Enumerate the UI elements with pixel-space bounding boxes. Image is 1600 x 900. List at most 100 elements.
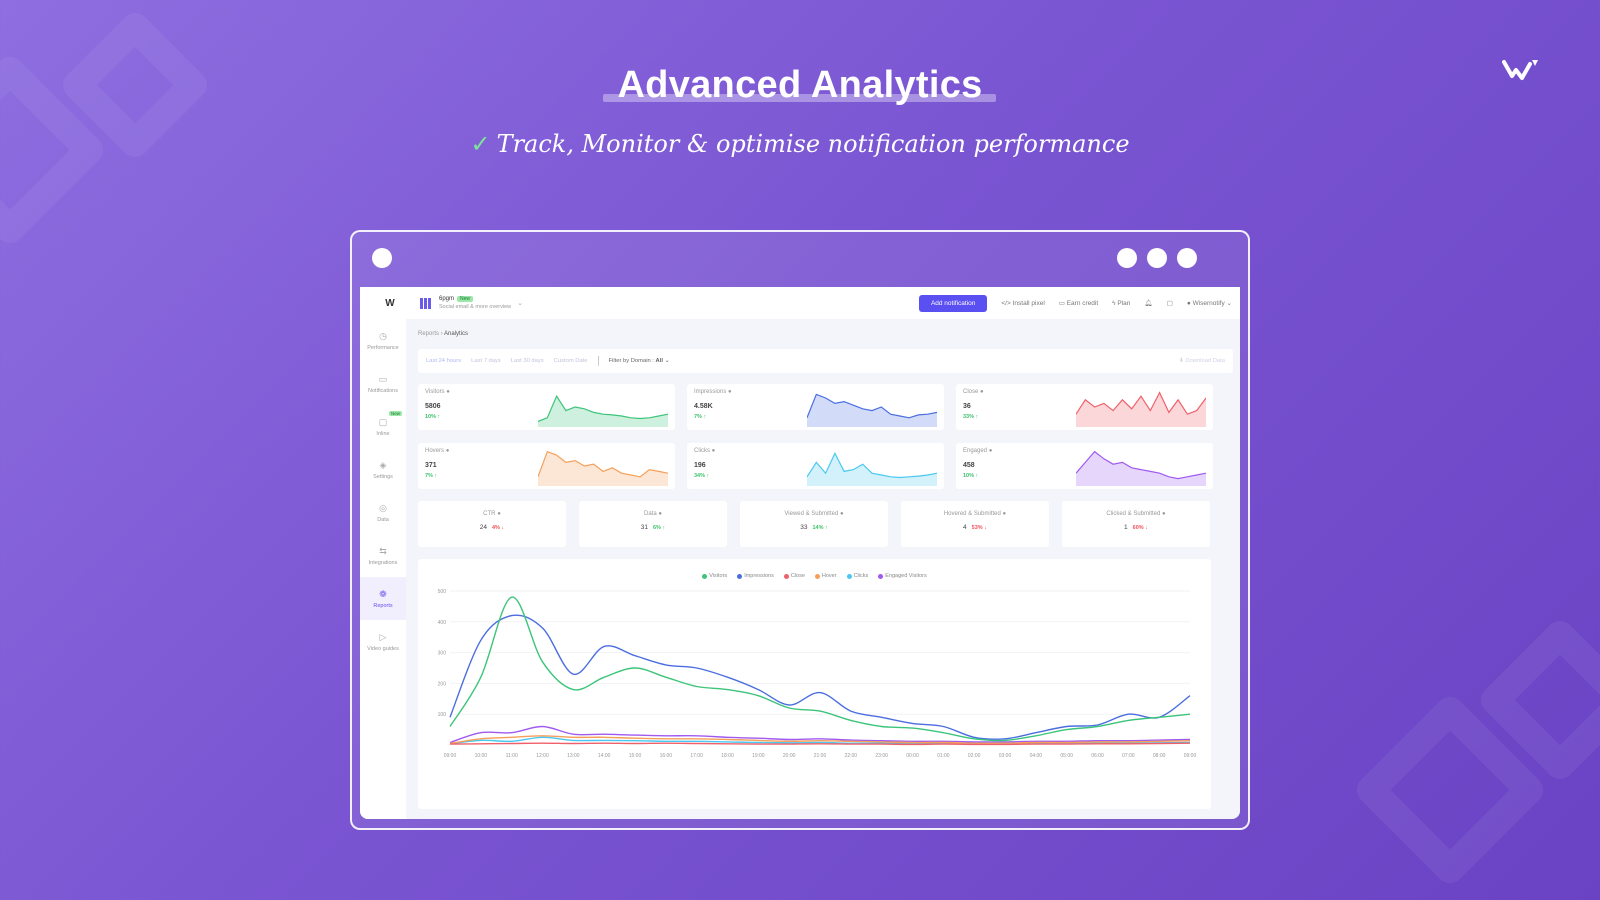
legend-item[interactable]: Hover	[814, 573, 837, 579]
x-tick-label: 20:00	[783, 753, 796, 759]
kpi-card-viewed-submitted: Viewed & Submitted ● 33 14% ↑	[740, 501, 888, 547]
legend-item[interactable]: Engaged Visitors	[878, 573, 927, 579]
chevron-down-icon[interactable]: ⌄	[517, 299, 523, 307]
sidebar-item-data[interactable]: ◎ Data	[360, 491, 406, 534]
stat-change: 7% ↑	[694, 414, 707, 420]
stat-card-visitors: Visitors ● 5806 10% ↑	[418, 384, 675, 430]
window-dot	[372, 248, 392, 268]
user-menu[interactable]: ● Wisernotify ⌄	[1187, 299, 1232, 307]
domain-filter-label: Filter by Domain :	[608, 358, 654, 364]
sidebar-item-label: Data	[377, 516, 389, 523]
arrow-up-icon: ↑	[975, 473, 979, 479]
legend-item[interactable]: Clicks	[846, 573, 868, 579]
breadcrumb-reports[interactable]: Reports	[418, 331, 439, 337]
x-tick-label: 03:00	[999, 753, 1012, 759]
stat-value: 4.58K	[694, 403, 713, 410]
sparkline-area	[538, 451, 668, 486]
plan-button[interactable]: ϟ Plan	[1112, 300, 1130, 307]
info-icon[interactable]: ●	[658, 511, 662, 517]
gift-icon: ▭	[1058, 300, 1067, 307]
stat-value: 5806	[425, 403, 441, 410]
sidebar-icon: ◈	[379, 459, 387, 470]
legend-label: Close	[790, 573, 805, 579]
stat-value: 196	[694, 462, 706, 469]
kpi-value: 33	[800, 524, 808, 531]
install-pixel-button[interactable]: </> Install pixel	[1001, 300, 1044, 307]
info-icon[interactable]: ●	[1003, 511, 1007, 517]
app-logo[interactable]: W	[360, 298, 420, 309]
info-icon[interactable]: ●	[1162, 511, 1166, 517]
sidebar-item-inline[interactable]: ▢ New Inline	[360, 405, 406, 448]
arrow-up-icon: ↑	[975, 414, 979, 420]
kpi-value: 1	[1124, 524, 1128, 531]
sidebar-item-performance[interactable]: ◷ Performance	[360, 319, 406, 362]
stat-label: Hovers ●	[425, 448, 450, 454]
x-tick-label: 14:00	[598, 753, 611, 759]
info-icon[interactable]: ●	[712, 448, 716, 454]
info-icon[interactable]: ●	[497, 511, 501, 517]
kpi-label: Data ●	[644, 511, 662, 517]
arrow-down-icon: ↓	[501, 525, 505, 531]
info-icon[interactable]: ●	[446, 448, 450, 454]
stat-value: 371	[425, 462, 437, 469]
x-tick-label: 19:00	[752, 753, 765, 759]
arrow-up-icon: ↑	[706, 473, 710, 479]
range-last-30-days[interactable]: Last 30 days	[511, 358, 544, 364]
info-icon[interactable]: ●	[728, 389, 732, 395]
range-custom-date[interactable]: Custom Date	[554, 358, 588, 364]
workspace-selector[interactable]: 6pgm New Social email & more overview	[439, 295, 511, 311]
legend-item[interactable]: Visitors	[702, 573, 727, 579]
legend-item[interactable]: Close	[783, 573, 805, 579]
download-label: Download Data	[1185, 358, 1225, 364]
sidebar-item-label: Integrations	[368, 559, 398, 566]
sidebar-item-settings[interactable]: ◈ Settings	[360, 448, 406, 491]
range-last-7-days[interactable]: Last 7 days	[471, 358, 501, 364]
bell-icon[interactable]: 🔔︎	[1144, 299, 1152, 307]
x-tick-label: 05:00	[1060, 753, 1073, 759]
arrow-down-icon: ↓	[984, 525, 987, 531]
arrow-down-icon: ↓	[1145, 525, 1148, 531]
sidebar-icon: ▭	[378, 373, 388, 384]
series-line-visitors	[449, 596, 1191, 742]
sparkline	[807, 452, 937, 486]
info-icon[interactable]: ●	[840, 511, 844, 517]
domain-filter-value: All	[655, 358, 663, 364]
sparkline-area	[538, 396, 668, 427]
help-icon[interactable]: ▢	[1167, 299, 1173, 307]
sidebar-item-notifications[interactable]: ▭ Notifications	[360, 362, 406, 405]
y-tick-label: 200	[438, 681, 447, 687]
sidebar-icon: ▷	[379, 631, 387, 642]
filter-bar: Last 24 hours Last 7 days Last 30 days C…	[418, 349, 1233, 373]
arrow-up-icon: ↑	[662, 525, 666, 531]
x-tick-label: 02:00	[968, 753, 981, 759]
download-data-button[interactable]: ⬇ Download Data	[1179, 358, 1225, 364]
stat-change: 7% ↑	[425, 473, 438, 479]
info-icon[interactable]: ●	[980, 389, 984, 395]
sidebar-item-video-guides[interactable]: ▷ Video guides	[360, 620, 406, 663]
info-icon[interactable]: ●	[446, 389, 450, 395]
sidebar-icon: ◷	[379, 330, 387, 341]
stat-label: Clicks ●	[694, 448, 716, 454]
x-tick-label: 12:00	[536, 753, 549, 759]
stat-card-hovers: Hovers ● 371 7% ↑	[418, 443, 675, 489]
earn-credit-button[interactable]: ▭ Earn credit	[1059, 299, 1098, 307]
domain-filter[interactable]: Filter by Domain : All ⌄	[609, 358, 670, 364]
x-tick-label: 09:00	[1184, 753, 1197, 759]
sparkline-area	[807, 453, 937, 486]
legend-item[interactable]: Impressions	[737, 573, 774, 579]
hero-subtitle-text: Track, Monitor & optimise notification p…	[496, 130, 1130, 158]
add-notification-button[interactable]: Add notification	[918, 294, 988, 312]
info-icon[interactable]: ●	[989, 448, 993, 454]
legend-swatch	[814, 573, 820, 579]
kpi-card-hovered-submitted: Hovered & Submitted ● 4 53% ↓	[901, 501, 1049, 547]
sidebar-item-integrations[interactable]: ⇆ Integrations	[360, 534, 406, 577]
sidebar-item-reports[interactable]: ❁ Reports	[360, 577, 406, 620]
legend-label: Impressions	[744, 573, 774, 579]
range-last-24-hours[interactable]: Last 24 hours	[426, 358, 461, 364]
sidebar: ◷ Performance ▭ Notifications ▢ New Inline ◈ Set…	[360, 319, 406, 819]
kpi-change: 14% ↑	[812, 525, 828, 531]
sidebar-icon: ⇆	[379, 545, 387, 556]
window-dot	[1117, 248, 1137, 268]
new-badge: New	[457, 296, 474, 302]
x-tick-label: 23:00	[875, 753, 888, 759]
